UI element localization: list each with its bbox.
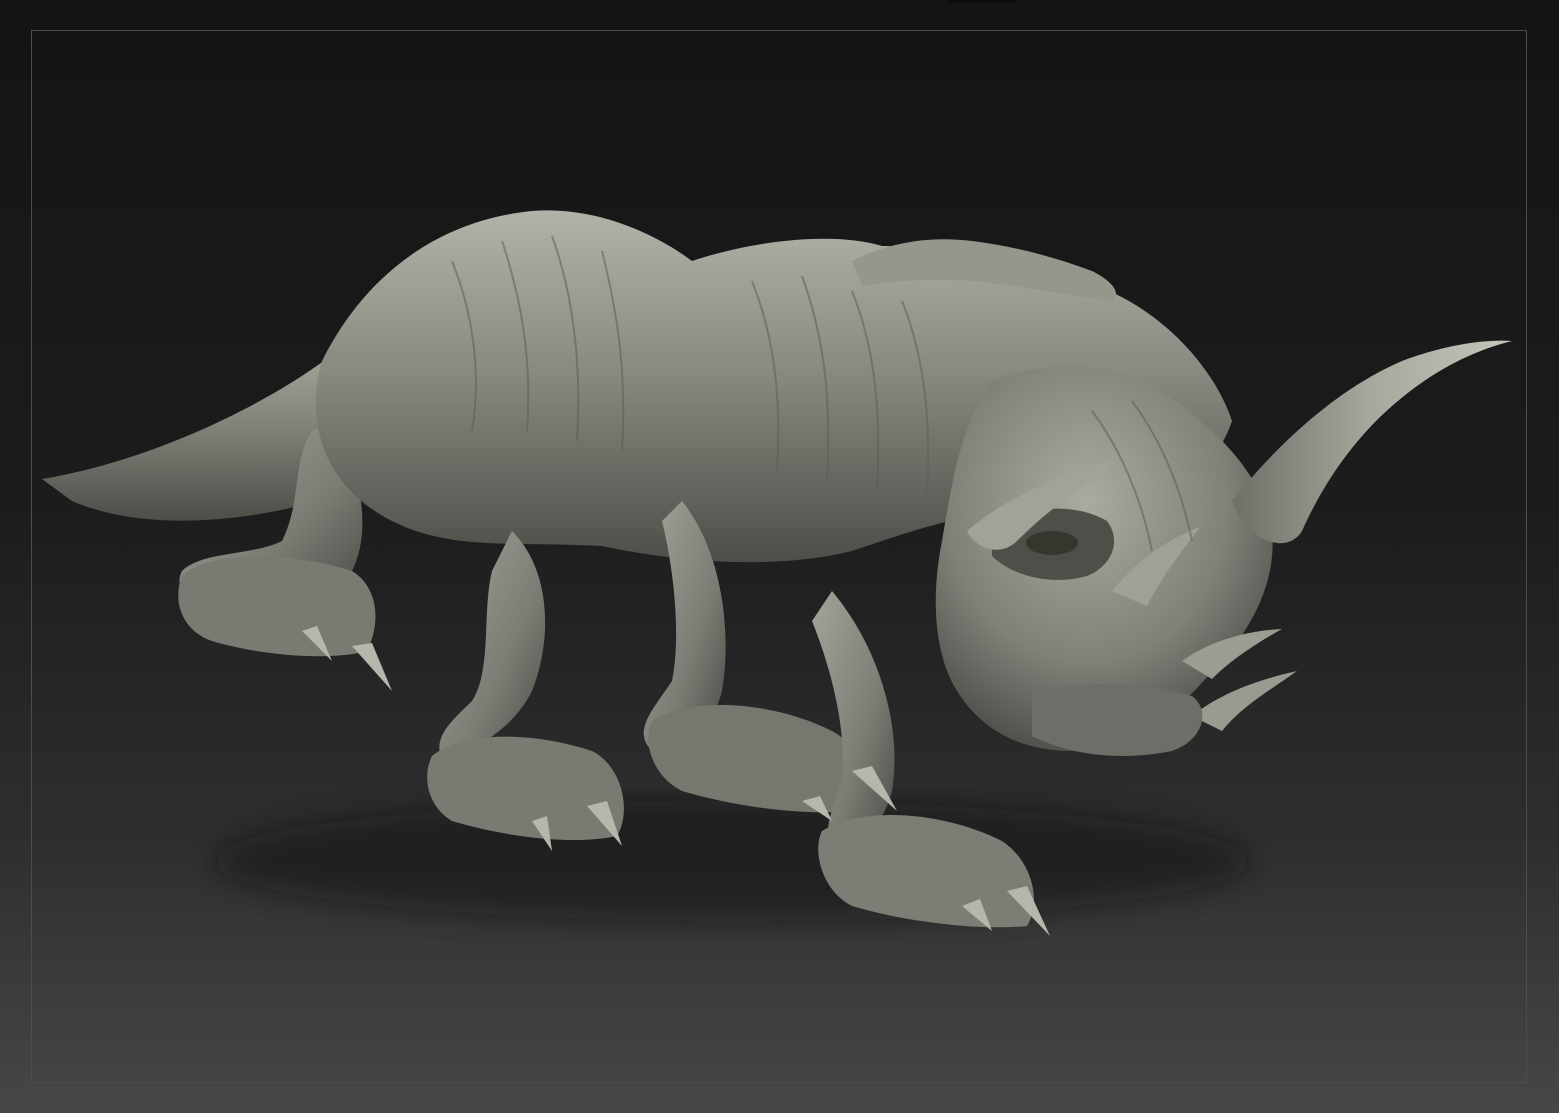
creature-cheek-spike-3	[1192, 671, 1297, 731]
document-canvas[interactable]	[32, 31, 1526, 1082]
creature-hind-foot-far	[178, 556, 376, 657]
document-viewport-frame[interactable]	[31, 30, 1527, 1083]
creature-shadow	[212, 801, 1252, 921]
top-edge-marker	[947, 0, 1015, 3]
creature-horn-large	[1232, 340, 1512, 544]
sculpt-application	[0, 0, 1559, 1113]
creature-jaw	[1032, 684, 1203, 756]
creature-eye	[1026, 531, 1078, 555]
creature-front-foot-far	[648, 704, 863, 813]
creature-hind-leg-near	[439, 531, 546, 761]
